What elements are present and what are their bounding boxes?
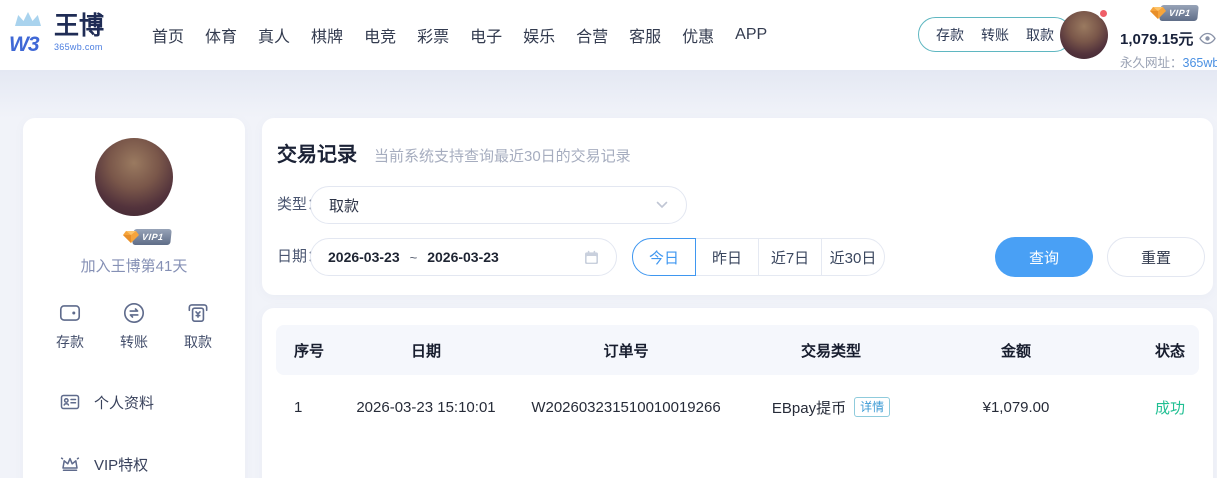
id-card-icon <box>58 390 82 414</box>
quick-link-label: 转账 <box>120 332 148 352</box>
eye-icon[interactable] <box>1199 32 1216 45</box>
header-deposit-button[interactable]: 存款 <box>936 25 964 45</box>
main-nav: 首页 体育 真人 棋牌 电竞 彩票 电子 娱乐 合营 客服 优惠 APP <box>152 0 767 70</box>
nav-service[interactable]: 客服 <box>629 23 661 47</box>
nav-sports[interactable]: 体育 <box>205 23 237 47</box>
cell-order-no: W202603231510010019266 <box>516 399 736 416</box>
sidebar-item-label: VIP特权 <box>94 454 148 475</box>
transaction-filter-card: 交易记录 当前系统支持查询最近30日的交易记录 类型： 取款 日期： 2026-… <box>262 118 1213 295</box>
date-range-presets: 今日 昨日 近7日 近30日 <box>632 238 885 276</box>
nav-esports[interactable]: 电竞 <box>364 23 396 47</box>
transaction-type-text: EBpay提币 <box>772 397 846 418</box>
detail-link[interactable]: 详情 <box>854 397 890 417</box>
sidebar-withdraw-button[interactable]: 取款 <box>184 300 212 352</box>
nav-promo[interactable]: 优惠 <box>682 23 714 47</box>
type-select[interactable]: 取款 <box>310 186 687 224</box>
cell-date: 2026-03-23 15:10:01 <box>336 399 516 416</box>
sidebar-item-vip[interactable]: VIP特权 <box>23 452 245 476</box>
header-quick-actions: 存款 转账 取款 <box>918 17 1072 52</box>
crown-icon <box>12 11 44 28</box>
balance-amount: 1,079.15元 <box>1120 28 1193 49</box>
profile-vip-badge: VIP1 <box>36 229 258 245</box>
reset-button[interactable]: 重置 <box>1107 237 1205 277</box>
transfer-icon <box>121 300 147 326</box>
sidebar-deposit-button[interactable]: 存款 <box>56 300 84 352</box>
col-status: 状态 <box>1106 340 1199 361</box>
date-from-value: 2026-03-23 <box>328 249 400 265</box>
top-navbar: W3 王博 365wb.com 首页 体育 真人 棋牌 电竞 彩票 电子 娱乐 … <box>0 0 1217 70</box>
gem-icon <box>123 230 139 244</box>
profile-avatar[interactable] <box>95 138 173 216</box>
col-type: 交易类型 <box>736 340 926 361</box>
header-transfer-button[interactable]: 转账 <box>981 25 1009 45</box>
sidebar-item-label: 个人资料 <box>94 392 154 413</box>
quick-link-label: 存款 <box>56 332 84 352</box>
col-date: 日期 <box>336 340 516 361</box>
type-select-value: 取款 <box>329 195 359 216</box>
sidebar-transfer-button[interactable]: 转账 <box>120 300 148 352</box>
atm-card-icon <box>185 300 211 326</box>
col-amount: 金额 <box>926 340 1106 361</box>
col-order-no: 订单号 <box>516 340 736 361</box>
nav-app[interactable]: APP <box>735 26 767 44</box>
table-header-row: 序号 日期 订单号 交易类型 金额 状态 <box>276 325 1199 375</box>
page-subtitle: 当前系统支持查询最近30日的交易记录 <box>374 145 631 166</box>
sidebar-quick-links: 存款 转账 取款 <box>23 300 245 352</box>
nav-lottery[interactable]: 彩票 <box>417 23 449 47</box>
table-row: 1 2026-03-23 15:10:01 W20260323151001001… <box>276 375 1199 439</box>
preset-today-button[interactable]: 今日 <box>632 238 696 276</box>
logo-text: 王博 365wb.com <box>54 9 104 52</box>
preset-30days-button[interactable]: 近30日 <box>821 238 885 276</box>
cell-type: EBpay提币 详情 <box>736 397 926 418</box>
preset-7days-button[interactable]: 近7日 <box>758 238 822 276</box>
page-title: 交易记录 <box>277 138 357 167</box>
vip-badge: VIP1 <box>1150 5 1217 25</box>
logo[interactable]: W3 王博 365wb.com <box>8 9 104 61</box>
transaction-table: 序号 日期 订单号 交易类型 金额 状态 1 2026-03-23 15:10:… <box>276 325 1199 439</box>
notification-dot <box>1098 8 1109 19</box>
status-badge: 成功 <box>1106 397 1199 418</box>
preset-yesterday-button[interactable]: 昨日 <box>695 238 759 276</box>
join-days-text: 加入王博第41天 <box>23 255 245 276</box>
nav-home[interactable]: 首页 <box>152 23 184 47</box>
wallet-icon <box>57 300 83 326</box>
nav-board-games[interactable]: 棋牌 <box>311 23 343 47</box>
cell-amount: ¥1,079.00 <box>926 399 1106 416</box>
transaction-table-card: 序号 日期 订单号 交易类型 金额 状态 1 2026-03-23 15:10:… <box>262 308 1213 478</box>
site-domain: 365wb.com <box>54 42 104 52</box>
search-button[interactable]: 查询 <box>995 237 1093 277</box>
permanent-url-link[interactable]: 365wb.com <box>1183 56 1217 70</box>
quick-link-label: 取款 <box>184 332 212 352</box>
chevron-down-icon <box>656 201 668 209</box>
calendar-icon <box>584 250 599 265</box>
date-range-input[interactable]: 2026-03-23 ~ 2026-03-23 <box>310 238 617 276</box>
nav-partner[interactable]: 合营 <box>576 23 608 47</box>
nav-live[interactable]: 真人 <box>258 23 290 47</box>
date-separator: ~ <box>410 250 418 265</box>
nav-slots[interactable]: 电子 <box>470 23 502 47</box>
account-info: VIP1 1,079.15元 <box>1120 5 1217 71</box>
gem-icon <box>1150 6 1166 20</box>
profile-sidebar: VIP1 加入王博第41天 存款 转账 <box>23 118 245 478</box>
header-shadow-band <box>0 70 1217 118</box>
logo-w3-text: W3 <box>9 33 39 57</box>
crown-outline-icon <box>58 452 82 476</box>
site-name: 王博 <box>54 13 104 41</box>
date-to-value: 2026-03-23 <box>427 249 499 265</box>
page: W3 王博 365wb.com 首页 体育 真人 棋牌 电竞 彩票 电子 娱乐 … <box>0 0 1217 478</box>
sidebar-item-profile[interactable]: 个人资料 <box>23 390 245 414</box>
nav-entertainment[interactable]: 娱乐 <box>523 23 555 47</box>
col-index: 序号 <box>276 340 336 361</box>
permanent-url: 永久网址：365wb.com <box>1120 52 1217 71</box>
permanent-url-label: 永久网址： <box>1120 56 1183 70</box>
logo-mark: W3 <box>8 9 48 61</box>
header-withdraw-button[interactable]: 取款 <box>1026 25 1054 45</box>
cell-index: 1 <box>276 399 336 416</box>
